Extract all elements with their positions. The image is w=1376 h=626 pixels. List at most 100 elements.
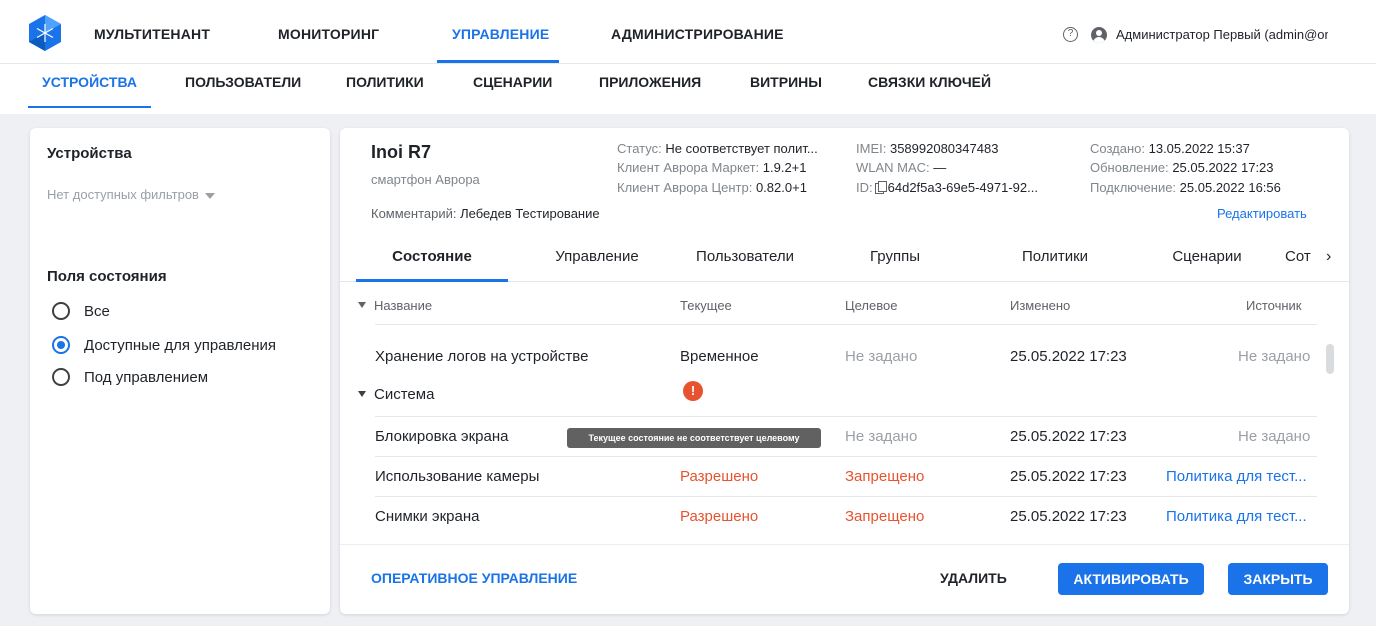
radio-label: Доступные для управления: [84, 336, 277, 354]
warning-icon[interactable]: !: [683, 381, 703, 401]
tab-groups[interactable]: Группы: [840, 232, 950, 282]
caret-down-icon: [204, 192, 215, 199]
tab-policies[interactable]: Политики: [1000, 232, 1110, 282]
row-source: Не задано: [1238, 348, 1311, 365]
app-logo-icon[interactable]: [28, 14, 62, 52]
col-name-label: Название: [374, 298, 433, 313]
comment-label: Комментарий:: [371, 206, 457, 221]
row-target: Не задано: [845, 348, 918, 365]
col-header-source[interactable]: Источник: [1246, 298, 1302, 313]
center-value: 0.82.0+1: [755, 180, 807, 195]
row-divider: [375, 496, 1317, 497]
operative-management-link[interactable]: ОПЕРАТИВНОЕ УПРАВЛЕНИЕ: [371, 570, 577, 586]
wlan-label: WLAN MAC:: [856, 160, 930, 175]
id-value: 64d2f5a3-69e5-4971-92...: [887, 180, 1038, 195]
radio-label: Под управлением: [84, 368, 209, 386]
group-label: Система: [374, 386, 435, 403]
wlan-line: WLAN MAC: —: [856, 160, 946, 175]
device-name: Inoi R7: [371, 142, 432, 162]
comment-value: Лебедев Тестирование: [460, 206, 600, 221]
tab-more[interactable]: Сот: [1285, 232, 1325, 282]
copy-icon[interactable]: [874, 181, 887, 194]
row-changed: 25.05.2022 17:23: [1010, 348, 1127, 365]
state-fields-title: Поля состояния: [47, 268, 167, 285]
subnav-keychains[interactable]: СВЯЗКИ КЛЮЧЕЙ: [868, 74, 991, 90]
edit-link[interactable]: Редактировать: [1217, 206, 1307, 221]
connected-label: Подключение:: [1090, 180, 1177, 195]
radio-all[interactable]: Все: [52, 300, 110, 322]
id-line: ID: 64d2f5a3-69e5-4971-92...: [856, 180, 1038, 195]
filter-panel-title: Устройства: [47, 145, 132, 162]
top-bar: МУЛЬТИТЕНАНТ МОНИТОРИНГ УПРАВЛЕНИЕ АДМИН…: [0, 0, 1376, 64]
id-label: ID:: [856, 180, 873, 195]
wlan-value: —: [933, 160, 947, 175]
subnav-users[interactable]: ПОЛЬЗОВАТЕЛИ: [185, 74, 301, 90]
col-header-changed[interactable]: Изменено: [1010, 298, 1070, 313]
status-label: Статус:: [617, 141, 662, 156]
row-source: Не задано: [1238, 428, 1311, 445]
footer-divider: [340, 544, 1349, 545]
radio-managed[interactable]: Под управлением: [52, 366, 208, 388]
radio-unchecked-icon: [52, 368, 70, 386]
filter-placeholder: Нет доступных фильтров: [47, 187, 199, 202]
imei-value: 358992080347483: [889, 141, 999, 156]
row-changed: 25.05.2022 17:23: [1010, 428, 1127, 445]
device-details-panel: Inoi R7 смартфон Аврора Комментарий: Леб…: [340, 128, 1349, 614]
scrollbar-thumb[interactable]: [1326, 344, 1334, 374]
updated-value: 25.05.2022 17:23: [1172, 160, 1274, 175]
nav-administration[interactable]: АДМИНИСТРИРОВАНИЕ: [611, 26, 784, 42]
radio-available[interactable]: Доступные для управления: [52, 334, 276, 356]
created-label: Создано:: [1090, 141, 1145, 156]
tab-users[interactable]: Пользователи: [675, 232, 815, 282]
filter-panel: Устройства Нет доступных фильтров Поля с…: [30, 128, 330, 614]
close-button[interactable]: ЗАКРЫТЬ: [1228, 563, 1328, 595]
device-type: смартфон Аврора: [371, 172, 480, 187]
market-label: Клиент Аврора Маркет:: [617, 160, 760, 175]
user-name[interactable]: Администратор Первый (admin@omp...: [1116, 27, 1328, 42]
delete-button[interactable]: УДАЛИТЬ: [940, 570, 1007, 586]
market-line: Клиент Аврора Маркет: 1.9.2+1: [617, 160, 807, 175]
tab-state[interactable]: Состояние: [356, 232, 508, 282]
subnav-devices[interactable]: УСТРОЙСТВА: [42, 74, 137, 90]
row-divider: [375, 456, 1317, 457]
sort-down-icon: [358, 302, 366, 308]
imei-label: IMEI:: [856, 141, 887, 156]
created-value: 13.05.2022 15:37: [1148, 141, 1250, 156]
col-header-current[interactable]: Текущее: [680, 298, 732, 313]
group-system[interactable]: Система: [358, 386, 434, 403]
subnav-policies[interactable]: ПОЛИТИКИ: [346, 74, 424, 90]
row-name: Блокировка экрана: [375, 428, 509, 445]
nav-management[interactable]: УПРАВЛЕНИЕ: [452, 26, 549, 42]
col-header-name[interactable]: Название: [358, 298, 432, 313]
tab-scenarios[interactable]: Сценарии: [1152, 232, 1262, 282]
row-name: Использование камеры: [375, 468, 540, 485]
user-avatar-icon[interactable]: [1091, 27, 1107, 43]
chevron-right-icon[interactable]: ›: [1326, 248, 1331, 266]
collapse-icon: [358, 391, 366, 397]
filter-dropdown[interactable]: Нет доступных фильтров: [47, 187, 215, 202]
subnav-active-indicator: [28, 106, 151, 108]
col-header-target[interactable]: Целевое: [845, 298, 897, 313]
row-current: Временное: [680, 348, 759, 365]
nav-multitenant[interactable]: МУЛЬТИТЕНАНТ: [94, 26, 210, 42]
activate-button[interactable]: АКТИВИРОВАТЬ: [1058, 563, 1204, 595]
sub-nav: УСТРОЙСТВА ПОЛЬЗОВАТЕЛИ ПОЛИТИКИ СЦЕНАРИ…: [0, 64, 1376, 114]
help-icon[interactable]: ?: [1063, 27, 1078, 42]
row-source-link[interactable]: Политика для тест...: [1166, 508, 1307, 525]
row-current: Разрешено: [680, 508, 759, 525]
status-line: Статус: Не соответствует полит...: [617, 141, 818, 156]
imei-line: IMEI: 358992080347483: [856, 141, 998, 156]
subnav-showcases[interactable]: ВИТРИНЫ: [750, 74, 822, 90]
nav-monitoring[interactable]: МОНИТОРИНГ: [278, 26, 379, 42]
row-changed: 25.05.2022 17:23: [1010, 508, 1127, 525]
row-target: Запрещено: [845, 468, 925, 485]
subnav-applications[interactable]: ПРИЛОЖЕНИЯ: [599, 74, 701, 90]
radio-unchecked-icon: [52, 302, 70, 320]
tab-management[interactable]: Управление: [522, 232, 672, 282]
row-target: Запрещено: [845, 508, 925, 525]
row-source-link[interactable]: Политика для тест...: [1166, 468, 1307, 485]
detail-tabs: Состояние Управление Пользователи Группы…: [340, 232, 1349, 282]
tab-active-indicator: [356, 279, 508, 282]
created-line: Создано: 13.05.2022 15:37: [1090, 141, 1250, 156]
subnav-scenarios[interactable]: СЦЕНАРИИ: [473, 74, 552, 90]
